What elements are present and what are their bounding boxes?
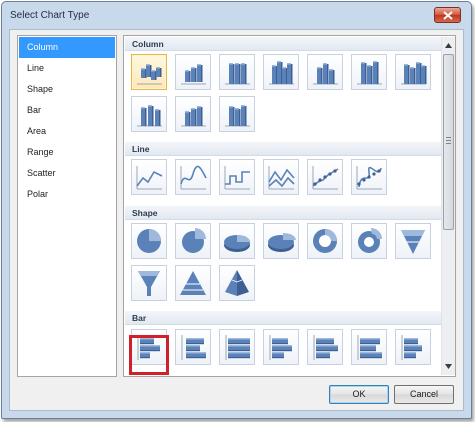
chart-type-bar[interactable]: Bar bbox=[19, 100, 115, 121]
shape-chart-icon bbox=[137, 229, 161, 253]
thumb-grip-line bbox=[446, 143, 451, 144]
line-chart-icon bbox=[356, 166, 382, 190]
scrollbar-thumb[interactable] bbox=[443, 54, 454, 230]
column-chart-icon bbox=[137, 64, 162, 85]
cancel-button[interactable]: Cancel bbox=[394, 385, 454, 404]
shape-chart-tile[interactable] bbox=[131, 265, 167, 301]
line-chart-icon bbox=[312, 166, 339, 190]
shape-chart-tile[interactable] bbox=[395, 223, 431, 259]
line-chart-tile[interactable] bbox=[351, 159, 387, 195]
bar-tile-highlight-box bbox=[129, 335, 169, 375]
column-chart-tile[interactable] bbox=[219, 54, 255, 90]
dialog-body: Column Line Shape Bar Area Range Scatter… bbox=[9, 29, 464, 411]
column-chart-icon bbox=[181, 106, 206, 127]
section-header-column: Column bbox=[125, 37, 441, 51]
shape-chart-tile[interactable] bbox=[219, 223, 255, 259]
scroll-down-button[interactable] bbox=[442, 359, 455, 373]
dialog-title: Select Chart Type bbox=[10, 10, 90, 21]
chart-type-polar[interactable]: Polar bbox=[19, 184, 115, 205]
column-chart-tile[interactable] bbox=[131, 54, 167, 90]
shape-chart-icon bbox=[182, 228, 206, 253]
bar-chart-tile[interactable] bbox=[395, 329, 431, 365]
bar-chart-icon bbox=[357, 335, 382, 360]
bar-chart-icon bbox=[401, 335, 422, 360]
column-chart-tile[interactable] bbox=[307, 54, 343, 90]
select-chart-type-dialog: Select Chart Type Column Line Shape Bar … bbox=[1, 1, 472, 419]
column-chart-tile[interactable] bbox=[131, 96, 167, 132]
column-chart-tile[interactable] bbox=[395, 54, 431, 90]
line-chart-tile[interactable] bbox=[263, 159, 299, 195]
scroll-down-arrow-icon bbox=[445, 363, 452, 369]
shape-chart-icon bbox=[224, 235, 250, 252]
line-chart-icon bbox=[268, 166, 295, 190]
section-header-bar: Bar bbox=[125, 311, 441, 325]
close-button[interactable] bbox=[434, 7, 461, 23]
shape-chart-tile[interactable] bbox=[307, 223, 343, 259]
scroll-up-arrow-icon bbox=[445, 42, 452, 48]
column-chart-icon bbox=[269, 61, 294, 85]
gallery-scrollbar[interactable] bbox=[441, 37, 455, 375]
line-chart-icon bbox=[136, 166, 163, 190]
column-chart-icon bbox=[357, 61, 382, 85]
shape-chart-icon bbox=[268, 233, 296, 252]
close-icon bbox=[442, 10, 453, 20]
line-chart-tile[interactable] bbox=[175, 159, 211, 195]
bar-chart-tile[interactable] bbox=[351, 329, 387, 365]
bar-chart-icon bbox=[269, 335, 292, 360]
thumb-grip-line bbox=[446, 137, 451, 138]
bar-chart-tile[interactable] bbox=[263, 329, 299, 365]
line-chart-tile[interactable] bbox=[131, 159, 167, 195]
chart-type-line[interactable]: Line bbox=[19, 58, 115, 79]
column-chart-tile[interactable] bbox=[219, 96, 255, 132]
column-chart-tile[interactable] bbox=[175, 54, 211, 90]
line-chart-icon bbox=[224, 166, 250, 190]
bar-chart-icon bbox=[181, 335, 206, 360]
bar-chart-tile[interactable] bbox=[219, 329, 255, 365]
chart-type-area[interactable]: Area bbox=[19, 121, 115, 142]
chart-type-list[interactable]: Column Line Shape Bar Area Range Scatter… bbox=[17, 35, 117, 377]
shape-chart-tile[interactable] bbox=[351, 223, 387, 259]
column-chart-icon bbox=[313, 63, 338, 85]
section-header-shape: Shape bbox=[125, 206, 441, 220]
column-chart-icon bbox=[181, 64, 206, 85]
bar-chart-icon bbox=[313, 335, 338, 360]
column-chart-icon bbox=[401, 62, 427, 85]
shape-chart-tile[interactable] bbox=[175, 223, 211, 259]
column-chart-tile[interactable] bbox=[263, 54, 299, 90]
shape-chart-tile[interactable] bbox=[175, 265, 211, 301]
chart-gallery: Column Line Shape Bar bbox=[123, 35, 456, 377]
chart-type-range[interactable]: Range bbox=[19, 142, 115, 163]
column-chart-icon bbox=[137, 105, 162, 127]
chart-type-scatter[interactable]: Scatter bbox=[19, 163, 115, 184]
column-chart-tile[interactable] bbox=[175, 96, 211, 132]
column-chart-icon bbox=[225, 105, 250, 127]
column-chart-tile[interactable] bbox=[351, 54, 387, 90]
section-header-line: Line bbox=[125, 142, 441, 156]
bar-chart-tile[interactable] bbox=[307, 329, 343, 365]
line-chart-tile[interactable] bbox=[219, 159, 255, 195]
chart-type-shape[interactable]: Shape bbox=[19, 79, 115, 100]
title-bar: Select Chart Type bbox=[2, 2, 471, 26]
ok-button[interactable]: OK bbox=[329, 385, 389, 404]
bar-chart-icon bbox=[225, 335, 250, 360]
shape-chart-icon bbox=[138, 271, 160, 296]
shape-chart-tile[interactable] bbox=[219, 265, 255, 301]
shape-chart-icon bbox=[358, 228, 382, 253]
bar-chart-tile[interactable] bbox=[175, 329, 211, 365]
shape-chart-icon bbox=[401, 230, 425, 254]
shape-chart-tile[interactable] bbox=[263, 223, 299, 259]
chart-type-column[interactable]: Column bbox=[19, 37, 115, 58]
column-chart-icon bbox=[225, 63, 250, 85]
shape-chart-icon bbox=[313, 229, 337, 253]
shape-chart-icon bbox=[180, 271, 206, 295]
line-chart-tile[interactable] bbox=[307, 159, 343, 195]
thumb-grip-line bbox=[446, 140, 451, 141]
scroll-up-button[interactable] bbox=[442, 38, 455, 52]
shape-chart-tile[interactable] bbox=[131, 223, 167, 259]
shape-chart-icon bbox=[225, 270, 249, 296]
line-chart-icon bbox=[180, 165, 207, 190]
